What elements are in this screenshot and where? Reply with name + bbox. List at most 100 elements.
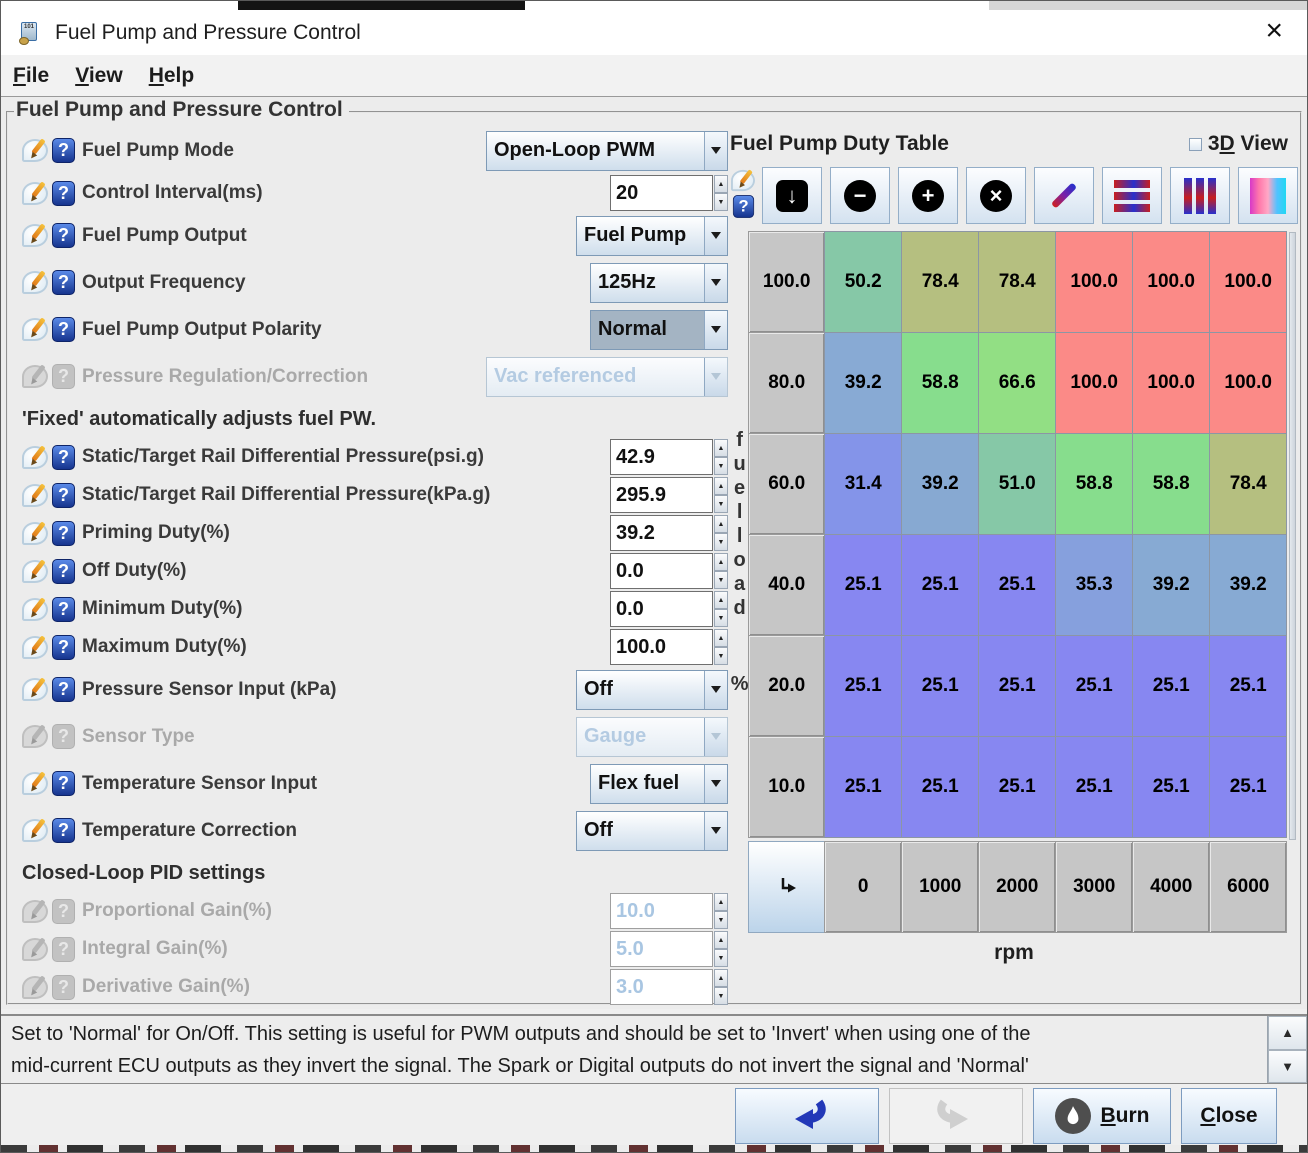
edit-pencil-icon[interactable] [22, 271, 48, 294]
spin-down-button[interactable]: ▼ [714, 495, 728, 513]
combo-dropdown-button[interactable] [704, 765, 727, 803]
spin-up-button[interactable]: ▲ [714, 477, 728, 495]
duty-cell[interactable]: 25.1 [1209, 736, 1287, 838]
duty-cell[interactable]: 25.1 [901, 534, 979, 636]
duty-cell[interactable]: 58.8 [1132, 433, 1210, 535]
spin-up-button[interactable]: ▲ [714, 515, 728, 533]
edit-pencil-icon[interactable] [22, 139, 48, 162]
edit-pencil-icon[interactable] [22, 484, 48, 507]
help-question-icon[interactable]: ? [52, 181, 75, 206]
help-question-icon[interactable]: ? [52, 483, 75, 508]
edit-pencil-icon[interactable] [22, 182, 48, 205]
spin-up-button[interactable]: ▲ [714, 553, 728, 571]
interpolate-button[interactable] [1034, 167, 1094, 224]
axis-corner-cell[interactable] [748, 841, 825, 933]
duty-cell[interactable]: 25.1 [978, 534, 1056, 636]
spinner-value[interactable]: 295.9 [610, 477, 713, 513]
edit-pencil-icon[interactable] [731, 170, 755, 191]
row-header-cell[interactable]: 60.0 [748, 433, 825, 535]
spin-down-button[interactable]: ▼ [714, 571, 728, 589]
interpolate-vertical-button[interactable] [1170, 167, 1230, 224]
spinner-value[interactable]: 100.0 [610, 629, 713, 665]
combo-dropdown-button[interactable] [704, 812, 727, 850]
spinner-value[interactable]: 0.0 [610, 591, 713, 627]
duty-cell[interactable]: 78.4 [1209, 433, 1287, 535]
column-header-cell[interactable]: 2000 [978, 841, 1056, 933]
spin-up-button[interactable]: ▲ [714, 439, 728, 457]
column-header-cell[interactable]: 0 [824, 841, 902, 933]
duty-cell[interactable]: 39.2 [824, 332, 902, 434]
duty-cell[interactable]: 50.2 [824, 231, 902, 333]
column-header-cell[interactable]: 1000 [901, 841, 979, 933]
help-question-icon[interactable]: ? [52, 138, 75, 163]
view-3d-checkbox[interactable]: 3D View [1189, 132, 1296, 156]
close-button[interactable]: Close [1181, 1088, 1277, 1144]
spinner-value[interactable]: 42.9 [610, 439, 713, 475]
edit-pencil-icon[interactable] [22, 598, 48, 621]
duty-cell[interactable]: 39.2 [1132, 534, 1210, 636]
column-header-cell[interactable]: 3000 [1055, 841, 1133, 933]
table-scrollbar[interactable] [1289, 232, 1296, 840]
duty-cell[interactable]: 100.0 [1132, 332, 1210, 434]
combo-dropdown-button[interactable] [704, 264, 727, 302]
duty-cell[interactable]: 25.1 [978, 736, 1056, 838]
combo-temperature-sensor-input[interactable]: Flex fuel [590, 764, 728, 804]
duty-cell[interactable]: 66.6 [978, 332, 1056, 434]
edit-pencil-icon[interactable] [22, 560, 48, 583]
duty-cell[interactable]: 25.1 [901, 635, 979, 737]
duty-cell[interactable]: 39.2 [901, 433, 979, 535]
combo-dropdown-button[interactable] [704, 671, 727, 709]
edit-pencil-icon[interactable] [22, 224, 48, 247]
combo-dropdown-button[interactable] [704, 311, 727, 349]
scroll-down-button[interactable]: ▼ [1268, 1050, 1307, 1084]
duty-cell[interactable]: 25.1 [824, 736, 902, 838]
duty-cell[interactable]: 31.4 [824, 433, 902, 535]
edit-pencil-icon[interactable] [22, 522, 48, 545]
spin-down-button[interactable]: ▼ [714, 533, 728, 551]
duty-cell[interactable]: 25.1 [1132, 736, 1210, 838]
spinner-value[interactable]: 20 [610, 175, 713, 211]
row-header-cell[interactable]: 80.0 [748, 332, 825, 434]
spin-up-button[interactable]: ▲ [714, 591, 728, 609]
duty-cell[interactable]: 25.1 [824, 635, 902, 737]
window-close-button[interactable]: × [1265, 16, 1283, 46]
combo-fuel-pump-mode[interactable]: Open-Loop PWM [486, 131, 728, 171]
combo-dropdown-button[interactable] [704, 217, 727, 255]
column-header-cell[interactable]: 6000 [1209, 841, 1287, 933]
help-question-icon[interactable]: ? [52, 677, 75, 702]
duty-cell[interactable]: 25.1 [1132, 635, 1210, 737]
gradient-scale-button[interactable] [1238, 167, 1298, 224]
duty-cell[interactable]: 39.2 [1209, 534, 1287, 636]
spin-down-button[interactable]: ▼ [714, 647, 728, 665]
help-question-icon[interactable]: ? [52, 521, 75, 546]
duty-cell[interactable]: 78.4 [978, 231, 1056, 333]
menu-view[interactable]: View [75, 64, 123, 88]
duty-cell[interactable]: 100.0 [1055, 231, 1133, 333]
help-question-icon[interactable]: ? [52, 270, 75, 295]
edit-pencil-icon[interactable] [22, 636, 48, 659]
decrement-button[interactable]: − [830, 167, 890, 224]
edit-pencil-icon[interactable] [22, 318, 48, 341]
duty-cell[interactable]: 100.0 [1209, 332, 1287, 434]
help-question-icon[interactable]: ? [52, 771, 75, 796]
edit-pencil-icon[interactable] [22, 446, 48, 469]
duty-cell[interactable]: 25.1 [978, 635, 1056, 737]
edit-pencil-icon[interactable] [22, 772, 48, 795]
help-question-icon[interactable]: ? [52, 223, 75, 248]
spin-up-button[interactable]: ▲ [714, 629, 728, 647]
duty-cell[interactable]: 100.0 [1209, 231, 1287, 333]
duty-cell[interactable]: 25.1 [824, 534, 902, 636]
duty-cell[interactable]: 100.0 [1132, 231, 1210, 333]
help-question-icon[interactable]: ? [52, 597, 75, 622]
column-header-cell[interactable]: 4000 [1132, 841, 1210, 933]
multiply-button[interactable]: × [966, 167, 1026, 224]
set-value-button[interactable]: ↓ [762, 167, 822, 224]
edit-pencil-icon[interactable] [22, 678, 48, 701]
interpolate-horizontal-button[interactable] [1102, 167, 1162, 224]
menu-file[interactable]: File [13, 64, 49, 88]
spinner-value[interactable]: 39.2 [610, 515, 713, 551]
row-header-cell[interactable]: 100.0 [748, 231, 825, 333]
undo-button[interactable] [735, 1088, 879, 1144]
combo-fuel-pump-output[interactable]: Fuel Pump [576, 216, 728, 256]
menu-help[interactable]: Help [149, 64, 195, 88]
